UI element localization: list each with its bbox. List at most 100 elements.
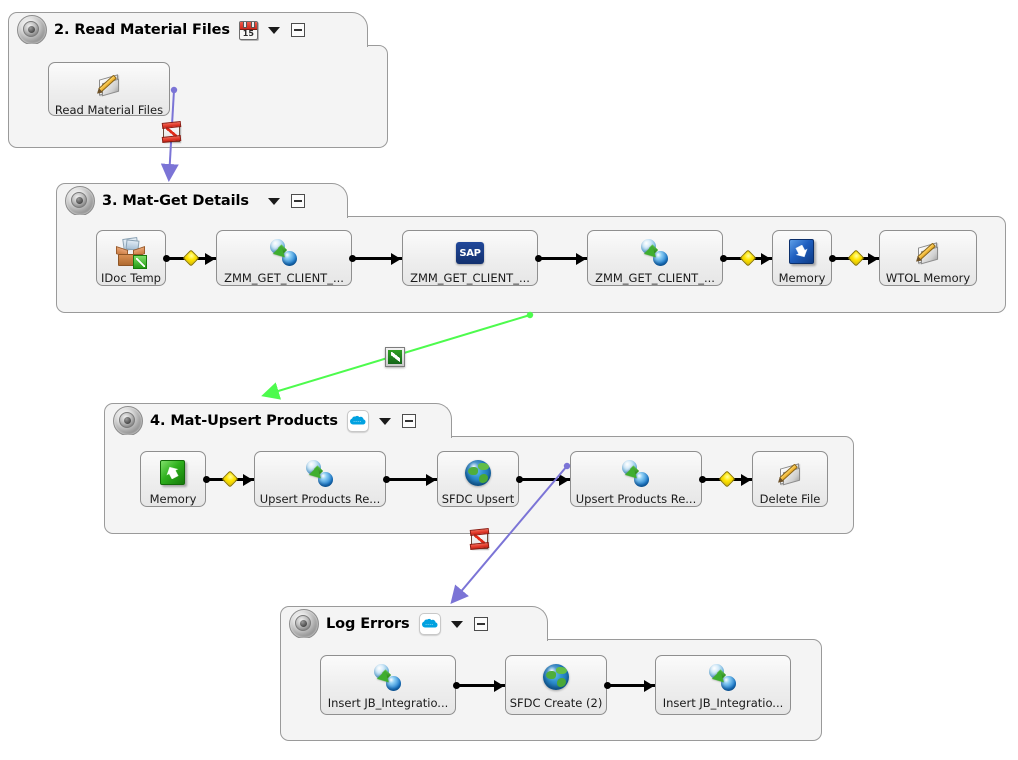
transform-icon bbox=[268, 237, 300, 269]
node[interactable]: ZMM_GET_CLIENT_... bbox=[587, 230, 723, 286]
sap-icon: SAP bbox=[454, 237, 486, 269]
gear-icon bbox=[17, 15, 47, 45]
clipboard-error-icon bbox=[469, 528, 490, 551]
transform-icon bbox=[304, 458, 336, 490]
collapse-icon[interactable] bbox=[290, 194, 305, 208]
panel-title: 3. Mat-Get Details bbox=[102, 193, 249, 209]
connector-arrowhead bbox=[741, 474, 751, 486]
panel-tab-seam bbox=[281, 638, 527, 641]
workflow-canvas: 2. Read Material Files 15 Read Material Fi… bbox=[0, 0, 1018, 760]
idoc-box-icon bbox=[115, 237, 147, 269]
node[interactable]: WTOL Memory bbox=[879, 230, 977, 286]
panel-title: 2. Read Material Files bbox=[54, 22, 230, 38]
clipboard-error-icon bbox=[161, 121, 182, 144]
node[interactable]: Delete File bbox=[752, 451, 828, 507]
node[interactable]: Insert JB_Integratio... bbox=[655, 655, 791, 715]
node-label: SFDC Upsert bbox=[441, 492, 515, 506]
chevron-down-icon[interactable] bbox=[267, 26, 280, 34]
connector-arrowhead bbox=[205, 253, 215, 265]
collapse-icon[interactable] bbox=[401, 414, 416, 428]
panel-tab-seam bbox=[57, 215, 327, 218]
connector-arrowhead bbox=[426, 474, 436, 486]
node-label: Insert JB_Integratio... bbox=[662, 696, 784, 710]
connector-arrowhead bbox=[391, 253, 401, 265]
node-label: Memory bbox=[778, 271, 826, 285]
salesforce-cloud-icon[interactable] bbox=[346, 410, 369, 432]
connector-source-dot bbox=[604, 682, 611, 689]
pencil-paper-icon bbox=[93, 69, 125, 101]
node[interactable]: SAP ZMM_GET_CLIENT_... bbox=[402, 230, 538, 286]
collapse-icon[interactable] bbox=[290, 23, 305, 37]
node[interactable]: Read Material Files bbox=[48, 62, 170, 116]
calendar-icon[interactable]: 15 bbox=[238, 20, 258, 40]
connector-arrowhead bbox=[494, 680, 504, 692]
connector-source-dot bbox=[349, 255, 356, 262]
transform-icon bbox=[639, 237, 671, 269]
collapse-icon[interactable] bbox=[473, 617, 488, 631]
node[interactable]: Insert JB_Integratio... bbox=[320, 655, 456, 715]
node-label: SFDC Create (2) bbox=[509, 696, 603, 710]
link-getdetails-to-upsert-badge[interactable] bbox=[385, 347, 405, 367]
chevron-down-icon[interactable] bbox=[267, 197, 280, 205]
panel-header-mat-upsert-products[interactable]: 4. Mat-Upsert Products bbox=[104, 403, 452, 438]
node[interactable]: Upsert Products Re... bbox=[254, 451, 386, 507]
transform-icon bbox=[372, 662, 404, 694]
node-label: Delete File bbox=[759, 492, 821, 506]
node-label: IDoc Temp bbox=[101, 271, 161, 285]
panel-title: Log Errors bbox=[326, 616, 410, 632]
node[interactable]: IDoc Temp bbox=[96, 230, 166, 286]
globe-icon bbox=[540, 662, 572, 694]
transform-icon bbox=[707, 662, 739, 694]
panel-title: 4. Mat-Upsert Products bbox=[150, 413, 338, 429]
gear-icon bbox=[289, 609, 319, 639]
connector-source-dot bbox=[699, 476, 706, 483]
globe-icon bbox=[462, 458, 494, 490]
pencil-paper-icon bbox=[774, 458, 806, 490]
connector-source-dot bbox=[383, 476, 390, 483]
salesforce-cloud-icon[interactable] bbox=[418, 613, 441, 635]
panel-tab-seam bbox=[105, 435, 431, 438]
connector-arrowhead bbox=[644, 680, 654, 692]
calendar-day-number: 15 bbox=[242, 28, 254, 38]
node-label: Upsert Products Re... bbox=[259, 492, 381, 506]
gear-icon bbox=[113, 406, 143, 436]
node-label: ZMM_GET_CLIENT_... bbox=[224, 271, 344, 285]
node-label: Upsert Products Re... bbox=[575, 492, 697, 506]
connector-source-dot bbox=[720, 255, 727, 262]
node[interactable]: ZMM_GET_CLIENT_... bbox=[216, 230, 352, 286]
link-read-to-getdetails-badge[interactable] bbox=[161, 121, 182, 144]
panel-tab-seam bbox=[9, 44, 347, 47]
green-check-icon bbox=[385, 347, 405, 367]
connector-source-dot bbox=[163, 255, 170, 262]
connector-arrowhead bbox=[868, 253, 878, 265]
panel-header-mat-get-details[interactable]: 3. Mat-Get Details bbox=[56, 183, 348, 218]
node-label: Memory bbox=[149, 492, 197, 506]
connector-arrowhead bbox=[761, 253, 771, 265]
node[interactable]: Upsert Products Re... bbox=[570, 451, 702, 507]
gear-icon bbox=[65, 186, 95, 216]
connector-source-dot bbox=[829, 255, 836, 262]
transform-icon bbox=[620, 458, 652, 490]
node-label: Read Material Files bbox=[54, 103, 164, 116]
node-label: WTOL Memory bbox=[885, 271, 971, 285]
panel-header-read-material-files[interactable]: 2. Read Material Files 15 bbox=[8, 12, 368, 47]
node-label: ZMM_GET_CLIENT_... bbox=[595, 271, 715, 285]
connector-source-dot bbox=[203, 476, 210, 483]
chevron-down-icon[interactable] bbox=[378, 417, 391, 425]
connector-arrowhead bbox=[559, 474, 569, 486]
link-upsert-to-logerrors-badge[interactable] bbox=[469, 528, 490, 551]
panel-header-log-errors[interactable]: Log Errors bbox=[280, 606, 548, 641]
connector-source-dot bbox=[453, 682, 460, 689]
node-label: Insert JB_Integratio... bbox=[327, 696, 449, 710]
node[interactable]: Memory bbox=[772, 230, 832, 286]
memory-read-icon bbox=[157, 458, 189, 490]
connector-arrowhead bbox=[576, 253, 586, 265]
node[interactable]: SFDC Create (2) bbox=[505, 655, 607, 715]
node[interactable]: Memory bbox=[140, 451, 206, 507]
node-label: ZMM_GET_CLIENT_... bbox=[410, 271, 530, 285]
connector-arrowhead bbox=[243, 474, 253, 486]
memory-write-icon bbox=[786, 237, 818, 269]
connector-source-dot bbox=[535, 255, 542, 262]
chevron-down-icon[interactable] bbox=[450, 620, 463, 628]
node[interactable]: SFDC Upsert bbox=[437, 451, 519, 507]
